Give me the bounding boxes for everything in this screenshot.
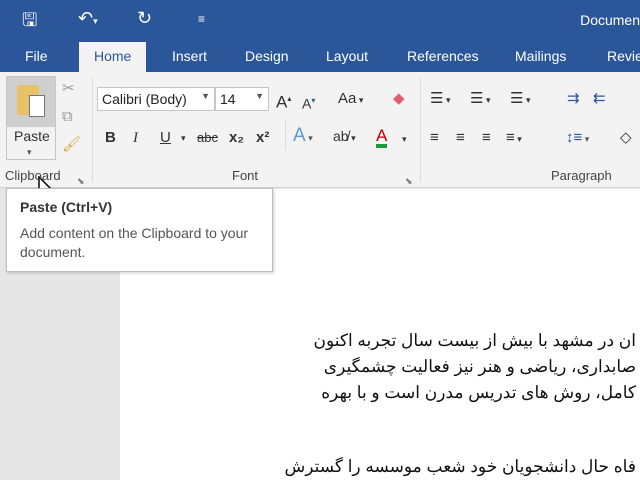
decrease-indent-icon[interactable]: ⇉	[567, 90, 580, 108]
text-effects-icon[interactable]: A ▾	[293, 126, 313, 147]
line-spacing-icon[interactable]: ↕≡ ▾	[566, 129, 589, 148]
title-bar: 🖫 ↶▾ ↻ ≡ Documen	[0, 0, 640, 40]
customize-qat-icon[interactable]: ≡	[198, 12, 205, 26]
redo-icon[interactable]: ↻	[137, 8, 152, 29]
clear-formatting-icon[interactable]: ◆	[393, 90, 405, 108]
numbering-icon[interactable]: ☰ ▾	[470, 90, 490, 109]
document-line: ان در مشهد با بیش از بیست سال تجربه اکنو…	[313, 331, 636, 350]
copy-icon[interactable]: ⧉	[62, 108, 73, 126]
chevron-down-icon[interactable]: ▼	[201, 91, 210, 101]
document-line: فاه حال دانشجویان خود شعب موسسه را گسترش	[284, 457, 636, 476]
tab-review[interactable]: Revie	[607, 48, 640, 64]
font-size-combo[interactable]: 14 ▼	[215, 87, 269, 111]
tab-mailings[interactable]: Mailings	[515, 48, 566, 64]
tab-layout[interactable]: Layout	[326, 48, 368, 64]
cut-icon[interactable]: ✂	[62, 80, 75, 98]
paste-button[interactable]: Paste ▾	[6, 76, 56, 160]
tooltip-title: Paste (Ctrl+V)	[20, 199, 113, 215]
align-center-icon[interactable]: ≡	[456, 129, 465, 147]
paste-tooltip: Paste (Ctrl+V) Add content on the Clipbo…	[6, 188, 273, 272]
subscript-button[interactable]: x₂	[229, 129, 244, 147]
document-line: کامل، روش های تدریس مدرن است و با بهره	[321, 383, 636, 402]
font-group-label: Font	[232, 168, 259, 183]
chevron-down-icon[interactable]: ▼	[255, 91, 264, 101]
grow-font-icon[interactable]: A▴	[276, 90, 291, 112]
underline-dropdown-icon[interactable]: ▾	[181, 129, 186, 147]
shrink-font-icon[interactable]: A▾	[302, 92, 315, 113]
document-line: صابداری، ریاضی و هنر نیز فعالیت چشمگیری	[323, 357, 636, 376]
tab-insert[interactable]: Insert	[172, 48, 207, 64]
ribbon-tabs: File Home Insert Design Layout Reference…	[0, 40, 640, 72]
underline-button[interactable]: U	[160, 129, 171, 147]
multilevel-list-icon[interactable]: ☰ ▾	[510, 90, 530, 109]
font-name-combo[interactable]: Calibri (Body) ▼	[97, 87, 215, 111]
format-painter-icon[interactable]: 🖌	[62, 136, 81, 154]
superscript-button[interactable]: x²	[256, 129, 269, 147]
font-launcher-icon[interactable]: ⬊	[405, 172, 413, 190]
tab-references[interactable]: References	[407, 48, 479, 64]
change-case-button[interactable]: Aa ▾	[338, 90, 363, 109]
ribbon: Paste ▾ ✂ ⧉ 🖌 Clipboard ⬊ Calibri (Body)…	[0, 72, 640, 210]
tooltip-body: Add content on the Clipboard to your doc…	[20, 225, 249, 260]
bullets-icon[interactable]: ☰ ▾	[430, 90, 450, 109]
bold-button[interactable]: B	[105, 129, 116, 147]
font-name-value: Calibri (Body)	[102, 91, 187, 107]
paste-label: Paste	[14, 128, 50, 144]
paste-icon-area	[7, 77, 55, 127]
clipboard-group-label: Clipboard	[5, 168, 61, 183]
strikethrough-button[interactable]: abc	[197, 129, 218, 147]
italic-button[interactable]: I	[133, 129, 138, 147]
font-color-dropdown-icon[interactable]: ▾	[402, 130, 407, 148]
tab-file[interactable]: File	[25, 48, 48, 64]
tab-home[interactable]: Home	[79, 42, 147, 72]
increase-indent-icon[interactable]: ⇇	[593, 90, 606, 108]
align-left-icon[interactable]: ≡	[430, 129, 439, 147]
document-title: Documen	[580, 12, 640, 28]
paragraph-group-label: Paragraph	[551, 168, 612, 183]
justify-icon[interactable]: ≡ ▾	[506, 129, 522, 148]
undo-icon[interactable]: ↶▾	[78, 8, 98, 29]
shading-icon[interactable]: ◇	[620, 129, 632, 147]
align-right-icon[interactable]: ≡	[482, 129, 491, 147]
paste-dropdown-icon[interactable]: ▾	[27, 147, 32, 158]
save-icon[interactable]: 🖫	[22, 8, 37, 38]
font-size-value: 14	[220, 91, 236, 107]
tab-design[interactable]: Design	[245, 48, 289, 64]
font-color-icon[interactable]: A	[376, 127, 388, 148]
document-icon	[29, 95, 45, 117]
highlight-color-icon[interactable]: ab̸ ▾	[333, 127, 356, 147]
